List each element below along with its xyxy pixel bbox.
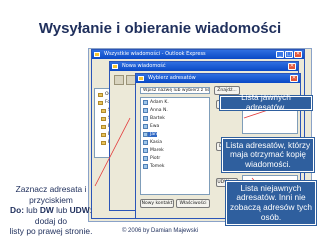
contact-item[interactable]: Piotr <box>143 156 160 161</box>
contact-name: Ewa <box>150 124 160 129</box>
contact-name: Tomek <box>150 164 165 169</box>
slide-title: Wysyłanie i obieranie wiadomości <box>38 20 282 37</box>
instruction-line1: Zaznacz adresata i przyciskiem <box>15 184 87 205</box>
contact-item[interactable]: Tomek <box>143 164 165 169</box>
new-contact-button[interactable]: Nowy kontakt <box>140 199 174 208</box>
outlook-maximize-button[interactable]: □ <box>285 51 293 58</box>
contact-item[interactable]: Adam K. <box>143 100 169 105</box>
contact-item[interactable]: Bartek <box>143 116 165 121</box>
contact-item[interactable]: Anna N. <box>143 108 168 113</box>
contact-name: Piotr <box>150 156 161 161</box>
contact-icon <box>143 108 148 113</box>
contact-icon <box>143 116 148 121</box>
instruction-do-label: Do: <box>10 205 24 215</box>
callout-copy-recipients: Lista adresatów, którzy maja otrzymać ko… <box>222 138 314 172</box>
dialog-close-button[interactable]: ✕ <box>290 75 298 82</box>
footer-copyright: © 2006 by Damian Majewski <box>121 228 199 234</box>
message-close-button[interactable]: ✕ <box>288 63 296 70</box>
folder-icon <box>101 108 106 113</box>
properties-button[interactable]: Właściwości <box>176 199 210 208</box>
callout-visible-recipients: Lista jawnych adresatów. <box>220 93 312 112</box>
dialog-titlebar: Wybierz adresatów <box>136 74 300 83</box>
outlook-minimize-button[interactable]: _ <box>276 51 284 58</box>
contacts-list: Adam K. Anna N. Bartek Ewa Jan Kasia Mar… <box>140 97 210 195</box>
contact-name: Anna N. <box>150 108 168 113</box>
contact-name: Marek <box>150 148 164 153</box>
instruction-or2: lub <box>53 205 70 215</box>
contact-icon <box>143 140 148 145</box>
dialog-app-icon <box>138 76 144 81</box>
dialog-title: Wybierz adresatów <box>148 75 196 81</box>
folder-icon <box>101 132 106 137</box>
contact-name: Kasia <box>150 140 162 145</box>
contact-item[interactable]: Kasia <box>143 140 162 145</box>
contact-icon <box>143 124 148 129</box>
contact-icon <box>143 148 148 153</box>
instruction-or1: lub <box>23 205 40 215</box>
contact-name: Bartek <box>150 116 165 121</box>
contact-item[interactable]: Jan <box>143 132 157 137</box>
search-field[interactable]: Wpisz nazwę lub wybierz z listy: <box>140 87 210 94</box>
outlook-titlebar: Wszystkie wiadomości - Outlook Express <box>92 50 304 59</box>
folder-icon <box>101 140 106 145</box>
callout-hidden-recipients: Lista niejawnych adresatów. Inni nie zob… <box>226 181 316 225</box>
contact-name: Jan <box>150 132 157 137</box>
send-icon[interactable] <box>114 75 124 85</box>
message-app-icon <box>112 64 118 69</box>
outlook-app-icon <box>94 52 100 57</box>
contact-icon <box>143 132 148 137</box>
contact-name: Adam K. <box>150 100 169 105</box>
folder-icon <box>98 100 103 105</box>
outlook-close-button[interactable]: ✕ <box>294 51 302 58</box>
outlook-window-title: Wszystkie wiadomości - Outlook Express <box>104 51 206 57</box>
contact-icon <box>143 164 148 169</box>
folder-icon <box>101 124 106 129</box>
instruction-udw-label: UDW <box>69 205 90 215</box>
contact-item[interactable]: Marek <box>143 148 164 153</box>
contact-item[interactable]: Ewa <box>143 124 159 129</box>
folder-icon <box>98 92 103 97</box>
contact-icon <box>143 156 148 161</box>
contact-icon <box>143 100 148 105</box>
instruction-dw-label: DW <box>39 205 54 215</box>
new-message-title: Nowa wiadomość <box>122 63 166 69</box>
new-message-titlebar: Nowa wiadomość <box>110 62 298 71</box>
folder-icon <box>101 116 106 121</box>
